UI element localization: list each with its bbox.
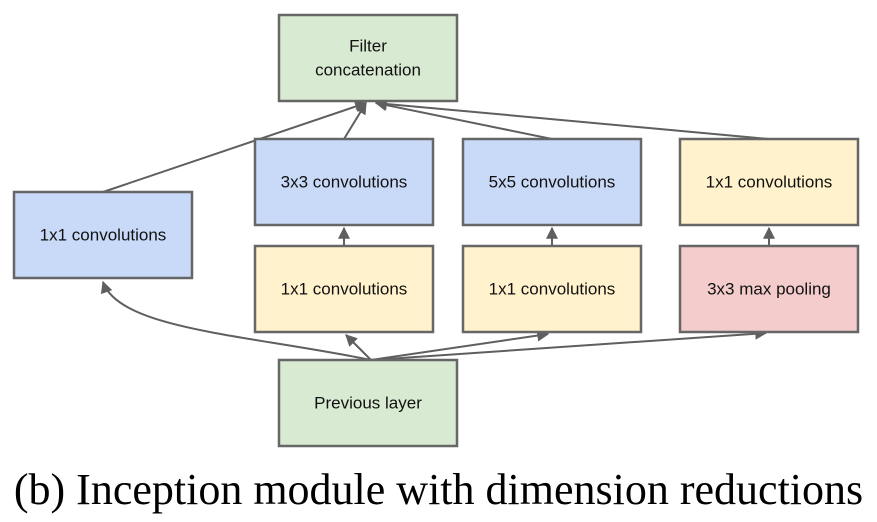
node-filter-concatenation: Filter concatenation bbox=[277, 13, 459, 103]
node-label-line-2: concatenation bbox=[315, 60, 421, 79]
node-5x5-convolutions: 5x5 convolutions bbox=[461, 137, 643, 227]
edge-previous-to-reduce-5x5 bbox=[370, 329, 550, 361]
node-1x1-convolutions-direct: 1x1 convolutions bbox=[12, 190, 194, 280]
node-label: 1x1 convolutions bbox=[281, 279, 408, 298]
inception-diagram: Filter concatenation 1x1 convolutions 3x… bbox=[12, 13, 860, 448]
node-label-line-1: Filter bbox=[349, 36, 387, 55]
node-label: 1x1 convolutions bbox=[40, 225, 167, 244]
node-3x3-convolutions: 3x3 convolutions bbox=[253, 137, 435, 227]
node-box bbox=[277, 13, 459, 103]
node-1x1-convolutions-reduce-5x5: 1x1 convolutions bbox=[461, 244, 643, 334]
edge-conv5x5-to-concat bbox=[374, 99, 553, 140]
node-label: 3x3 max pooling bbox=[707, 279, 831, 298]
node-3x3-max-pooling: 3x3 max pooling bbox=[678, 244, 860, 334]
edge-pool-proj-to-concat bbox=[374, 98, 770, 140]
edge-previous-to-maxpool bbox=[370, 327, 768, 361]
node-label: Previous layer bbox=[314, 393, 422, 412]
node-label: 1x1 convolutions bbox=[706, 172, 833, 191]
node-previous-layer: Previous layer bbox=[277, 358, 459, 448]
node-label: 3x3 convolutions bbox=[281, 172, 408, 191]
node-1x1-convolutions-pool-projection: 1x1 convolutions bbox=[678, 137, 860, 227]
node-label: 1x1 convolutions bbox=[489, 279, 616, 298]
node-1x1-convolutions-reduce-3x3: 1x1 convolutions bbox=[253, 244, 435, 334]
figure-caption: (b) Inception module with dimension redu… bbox=[13, 465, 864, 514]
node-label: 5x5 convolutions bbox=[489, 172, 616, 191]
edges bbox=[100, 98, 775, 361]
